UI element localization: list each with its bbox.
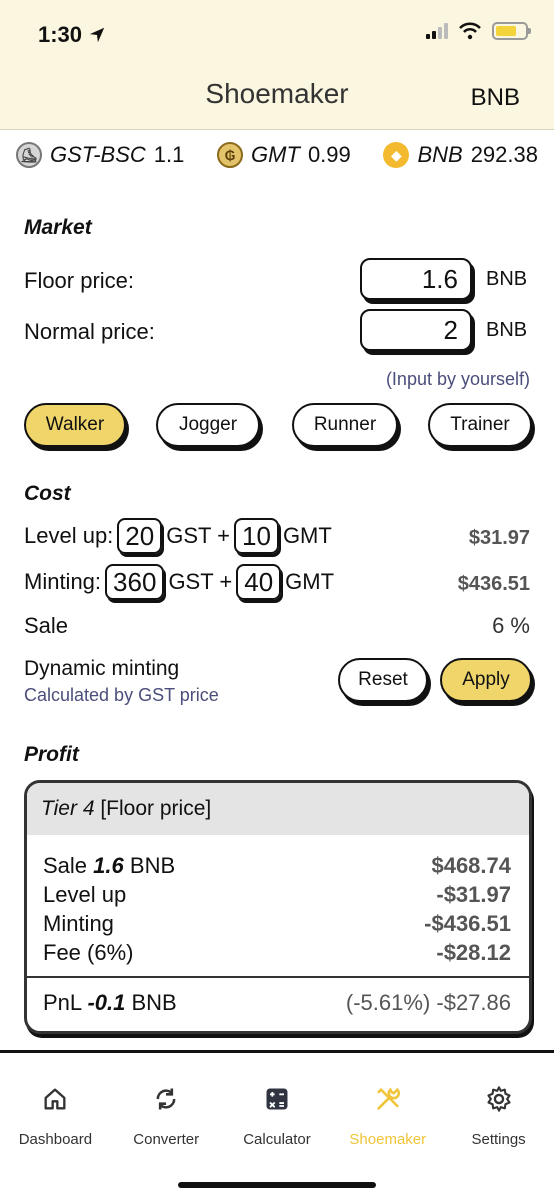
status-indicators (426, 22, 531, 40)
calculator-icon (266, 1088, 288, 1110)
tier-note: [Floor price] (100, 797, 212, 820)
market-heading: Market (24, 216, 92, 239)
ticker-gst: ⛸ GST-BSC 1.1 (16, 142, 184, 168)
sale-label: Sale (24, 613, 69, 638)
type-runner-button[interactable]: Runner (292, 403, 398, 447)
tab-label: Dashboard (18, 1131, 93, 1148)
profit-levelup-row: Level up -$31.97 (43, 882, 511, 911)
pnl-value: (-5.61%) -$27.86 (345, 990, 511, 1015)
pnl-unit: BNB (131, 990, 177, 1015)
ticker-symbol: GMT (251, 142, 300, 167)
profit-levelup-label: Level up (43, 882, 127, 907)
ticker-gmt: ₲ GMT 0.99 (217, 142, 351, 168)
tier-label: Tier 4 (41, 797, 95, 820)
cost-heading: Cost (24, 482, 71, 505)
ticker-symbol: GST-BSC (50, 142, 146, 167)
gmt-unit-label: GMT (282, 523, 332, 548)
tab-label: Shoemaker (349, 1131, 427, 1148)
pnl-row: PnL -0.1 BNB (-5.61%) -$27.86 (43, 990, 511, 1016)
levelup-row: Level up: 20 GST + 10 GMT (24, 518, 530, 554)
type-trainer-button[interactable]: Trainer (428, 403, 532, 447)
normal-price-input[interactable]: 2 (360, 309, 472, 351)
levelup-amount: $31.97 (468, 527, 530, 549)
sync-icon (156, 1088, 176, 1110)
profit-heading: Profit (24, 743, 79, 766)
ticker-price: 1.1 (153, 142, 185, 167)
currency-selector[interactable]: BNB (471, 84, 520, 112)
battery-icon (492, 22, 531, 40)
tab-label: Converter (133, 1131, 200, 1148)
location-arrow-icon (89, 27, 105, 43)
ticker-price: 0.99 (307, 142, 351, 167)
gst-plus-label: GST + (166, 523, 231, 548)
tab-label: Settings (471, 1131, 526, 1148)
app-header: 1:30 Shoemaker BNB (0, 0, 554, 130)
gmt-unit-label: GMT (285, 569, 335, 594)
tab-dashboard[interactable]: Dashboard (0, 1085, 111, 1148)
profit-sale-unit: BNB (129, 853, 176, 878)
levelup-gmt-input[interactable]: 10 (234, 518, 279, 554)
tab-shoemaker[interactable]: Shoemaker (332, 1085, 443, 1148)
type-walker-button[interactable]: Walker (24, 403, 126, 447)
profit-sale-row: Sale 1.6 BNB $468.74 (43, 853, 511, 882)
price-ticker: ⛸ GST-BSC 1.1 ₲ GMT 0.99 ◆ BNB 292.38 (16, 142, 538, 168)
minting-gmt-input[interactable]: 40 (236, 564, 282, 600)
input-hint: (Input by yourself) (385, 369, 530, 389)
dynamic-minting-subtitle: Calculated by GST price (24, 685, 219, 705)
profit-fee-label: Fee (6%) (43, 940, 134, 965)
dynamic-minting-label: Dynamic minting (24, 657, 180, 680)
signal-icon (426, 23, 448, 39)
ticker-symbol: BNB (417, 142, 463, 167)
gst-coin-icon: ⛸ (16, 142, 42, 168)
tier-header: Tier 4 [Floor price] (27, 783, 529, 835)
apply-button[interactable]: Apply (440, 658, 532, 702)
tab-settings[interactable]: Settings (443, 1085, 554, 1148)
floor-price-input[interactable]: 1.6 (360, 258, 472, 300)
profit-levelup-value: -$31.97 (436, 882, 511, 907)
profit-sale-amount: 1.6 (93, 853, 124, 878)
pnl-amount: -0.1 (87, 990, 126, 1015)
gear-icon (487, 1086, 511, 1112)
profit-minting-value: -$436.51 (424, 911, 511, 936)
bnb-coin-icon: ◆ (383, 142, 410, 168)
ticker-bnb: ◆ BNB 292.38 (383, 142, 538, 168)
type-jogger-button[interactable]: Jogger (156, 403, 260, 447)
minting-amount: $436.51 (457, 573, 530, 595)
gmt-coin-icon: ₲ (217, 142, 244, 168)
floor-price-unit: BNB (486, 268, 528, 290)
profit-card: Tier 4 [Floor price] Sale 1.6 BNB $468.7… (24, 780, 532, 1034)
minting-label: Minting: (24, 569, 102, 594)
tab-bar: Dashboard Converter Calculator Shoemaker… (0, 1085, 554, 1148)
normal-price-label: Normal price: (24, 319, 155, 344)
tools-icon (377, 1087, 400, 1110)
normal-price-unit: BNB (486, 319, 528, 341)
profit-fee-row: Fee (6%) -$28.12 (43, 940, 511, 969)
minting-gst-input[interactable]: 360 (105, 564, 165, 600)
tabbar-divider (0, 1050, 554, 1053)
status-time: 1:30 (38, 22, 106, 48)
reset-button[interactable]: Reset (338, 658, 428, 702)
profit-minting-row: Minting -$436.51 (43, 911, 511, 940)
tab-calculator[interactable]: Calculator (222, 1085, 333, 1148)
divider (27, 976, 529, 978)
profit-minting-label: Minting (43, 911, 114, 936)
tab-label: Calculator (243, 1131, 311, 1148)
levelup-label: Level up: (24, 523, 114, 548)
pnl-label: PnL (43, 990, 82, 1015)
levelup-gst-input[interactable]: 20 (117, 518, 163, 554)
home-icon (44, 1088, 66, 1110)
sale-percent: 6 % (492, 613, 530, 638)
profit-sale-label: Sale (43, 853, 88, 878)
minting-row: Minting: 360 GST + 40 GMT (24, 564, 530, 600)
wifi-icon (459, 22, 481, 40)
profit-sale-value: $468.74 (431, 853, 511, 878)
ticker-price: 292.38 (470, 142, 538, 167)
home-indicator[interactable] (178, 1182, 376, 1188)
gst-plus-label: GST + (168, 569, 233, 594)
profit-fee-value: -$28.12 (436, 940, 511, 965)
floor-price-label: Floor price: (24, 268, 135, 293)
tab-converter[interactable]: Converter (111, 1085, 222, 1148)
